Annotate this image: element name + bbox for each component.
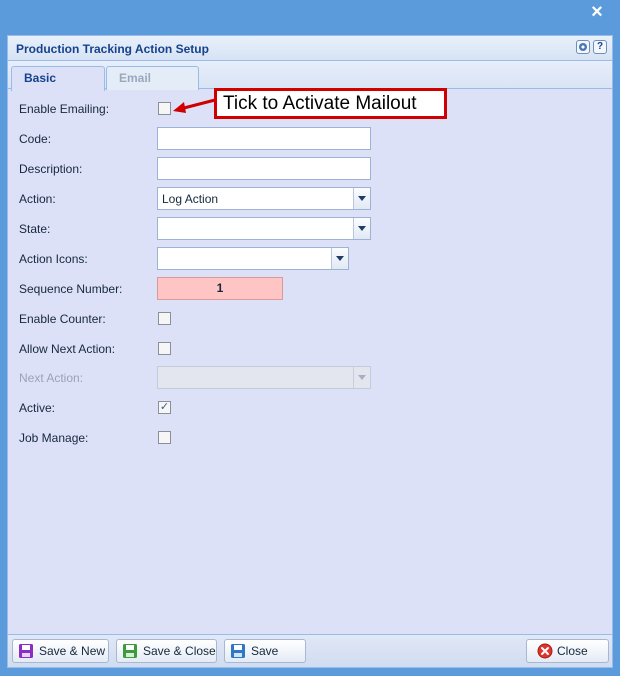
state-select[interactable] bbox=[157, 217, 371, 240]
window-close-icon[interactable]: × bbox=[588, 2, 606, 22]
button-bar: Save & New Save & Close Save Close bbox=[8, 634, 612, 667]
allow-next-action-label: Allow Next Action: bbox=[19, 342, 116, 356]
sequence-number-field[interactable]: 1 bbox=[157, 277, 283, 300]
help-icon[interactable]: ? bbox=[593, 40, 607, 54]
state-label: State: bbox=[19, 222, 51, 236]
chevron-down-icon[interactable] bbox=[353, 188, 370, 209]
description-input[interactable] bbox=[157, 157, 371, 180]
job-manage-label: Job Manage: bbox=[19, 431, 89, 445]
setup-panel: Production Tracking Action Setup ? Basic… bbox=[7, 35, 613, 668]
description-label: Description: bbox=[19, 162, 83, 176]
floppy-disk-icon bbox=[123, 644, 137, 658]
row-next-action: Next Action: bbox=[8, 366, 612, 390]
row-action: Action: Log Action bbox=[8, 187, 612, 211]
panel-header: Production Tracking Action Setup ? bbox=[8, 36, 612, 61]
allow-next-action-checkbox[interactable] bbox=[158, 342, 171, 355]
row-job-manage: Job Manage: bbox=[8, 426, 612, 450]
next-action-select bbox=[157, 366, 371, 389]
action-select[interactable]: Log Action bbox=[157, 187, 371, 210]
gear-icon[interactable] bbox=[576, 40, 590, 54]
close-icon bbox=[537, 643, 553, 659]
save-close-label: Save & Close bbox=[143, 644, 216, 658]
row-enable-counter: Enable Counter: bbox=[8, 307, 612, 331]
row-sequence-number: Sequence Number: 1 bbox=[8, 277, 612, 301]
row-active: Active: ✓ bbox=[8, 396, 612, 420]
close-label: Close bbox=[557, 644, 588, 658]
code-input[interactable] bbox=[157, 127, 371, 150]
action-label: Action: bbox=[19, 192, 56, 206]
row-description: Description: bbox=[8, 157, 612, 181]
floppy-disk-icon bbox=[19, 644, 33, 658]
row-code: Code: bbox=[8, 127, 612, 151]
chevron-down-icon[interactable] bbox=[331, 248, 348, 269]
save-new-label: Save & New bbox=[39, 644, 106, 658]
tab-email[interactable]: Email bbox=[106, 66, 199, 90]
action-icons-select[interactable] bbox=[157, 247, 349, 270]
row-action-icons: Action Icons: bbox=[8, 247, 612, 271]
active-label: Active: bbox=[19, 401, 56, 415]
sequence-number-label: Sequence Number: bbox=[19, 282, 123, 296]
save-label: Save bbox=[251, 644, 279, 658]
enable-emailing-label: Enable Emailing: bbox=[19, 102, 110, 116]
enable-counter-label: Enable Counter: bbox=[19, 312, 106, 326]
close-button[interactable]: Close bbox=[526, 639, 609, 663]
action-icons-label: Action Icons: bbox=[19, 252, 88, 266]
annotation-callout: Tick to Activate Mailout bbox=[214, 88, 447, 119]
save-close-button[interactable]: Save & Close bbox=[116, 639, 217, 663]
tab-bar: Basic Email bbox=[8, 61, 612, 91]
enable-counter-checkbox[interactable] bbox=[158, 312, 171, 325]
panel-title: Production Tracking Action Setup bbox=[16, 42, 209, 56]
active-checkbox[interactable]: ✓ bbox=[158, 401, 171, 414]
row-allow-next-action: Allow Next Action: bbox=[8, 337, 612, 361]
tab-basic[interactable]: Basic bbox=[11, 66, 105, 91]
row-state: State: bbox=[8, 217, 612, 241]
floppy-disk-icon bbox=[231, 644, 245, 658]
chevron-down-icon bbox=[353, 367, 370, 388]
next-action-label: Next Action: bbox=[19, 371, 84, 385]
save-new-button[interactable]: Save & New bbox=[12, 639, 109, 663]
job-manage-checkbox[interactable] bbox=[158, 431, 171, 444]
chevron-down-icon[interactable] bbox=[353, 218, 370, 239]
annotation-arrow-icon bbox=[173, 98, 216, 113]
save-button[interactable]: Save bbox=[224, 639, 306, 663]
code-label: Code: bbox=[19, 132, 52, 146]
action-select-value: Log Action bbox=[162, 192, 219, 206]
